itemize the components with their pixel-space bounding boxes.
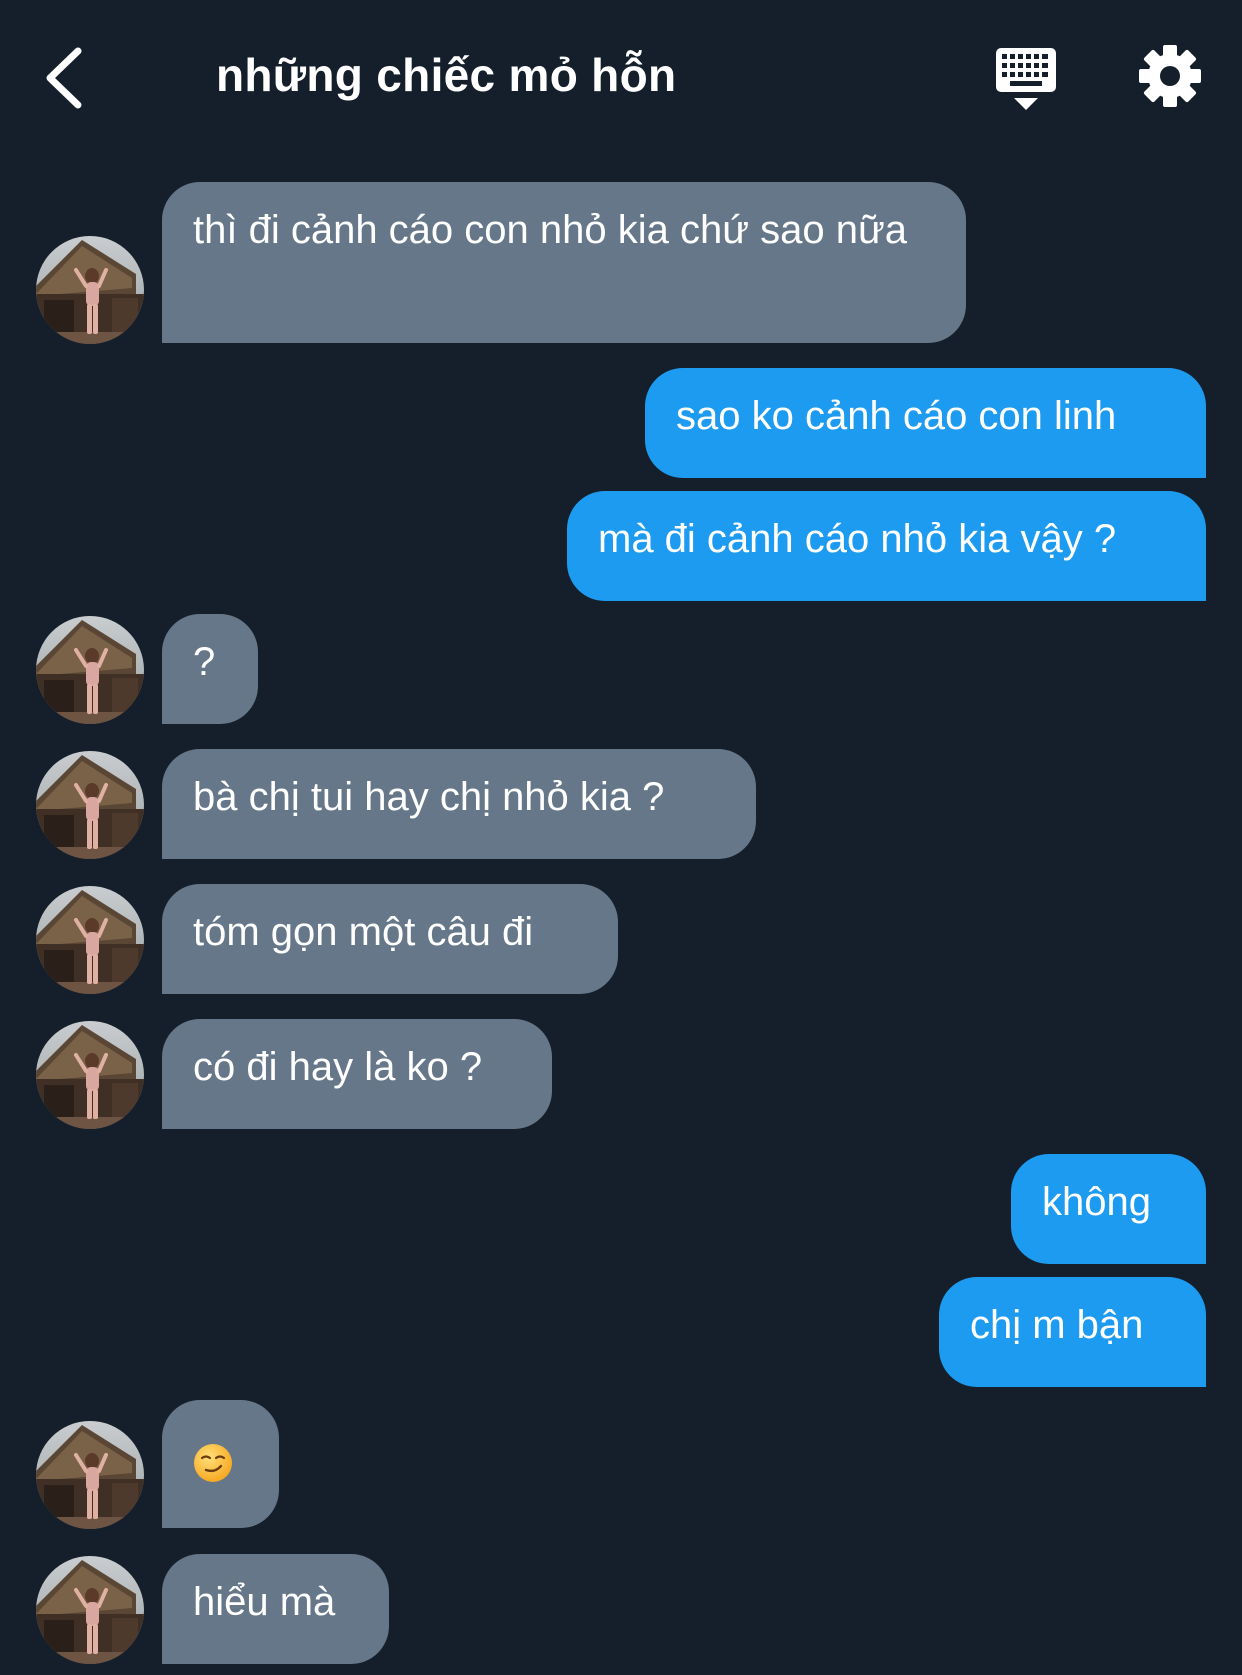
- incoming-message-bubble[interactable]: tóm gọn một câu đi: [162, 884, 618, 994]
- message-text: sao ko cảnh cáo con linh: [676, 394, 1117, 438]
- avatar-photo: [36, 751, 144, 859]
- settings-button[interactable]: [1138, 44, 1202, 108]
- avatar-photo: [36, 1021, 144, 1129]
- message-text: bà chị tui hay chị nhỏ kia ?: [193, 775, 665, 819]
- gear-icon: [1139, 45, 1201, 107]
- outgoing-message-bubble[interactable]: mà đi cảnh cáo nhỏ kia vậy ?: [567, 491, 1206, 601]
- sender-avatar[interactable]: [36, 751, 144, 859]
- avatar-photo: [36, 886, 144, 994]
- message-text: hiểu mà: [193, 1580, 336, 1624]
- sender-avatar[interactable]: [36, 886, 144, 994]
- message-text: thì đi cảnh cáo con nhỏ kia chứ sao nữa: [193, 208, 908, 252]
- incoming-message-bubble[interactable]: ?: [162, 614, 258, 724]
- message-text: mà đi cảnh cáo nhỏ kia vậy ?: [598, 517, 1117, 561]
- avatar-photo: [36, 1556, 144, 1664]
- chevron-left-icon: [46, 47, 82, 109]
- sender-avatar[interactable]: [36, 1421, 144, 1529]
- sender-avatar[interactable]: [36, 1556, 144, 1664]
- message-text: có đi hay là ko ?: [193, 1045, 483, 1089]
- message-text: không: [1042, 1180, 1151, 1224]
- conversation-title: những chiếc mỏ hỗn: [216, 49, 677, 101]
- message-text: ?: [193, 640, 216, 684]
- outgoing-message-bubble[interactable]: sao ko cảnh cáo con linh: [645, 368, 1206, 478]
- incoming-message-bubble[interactable]: thì đi cảnh cáo con nhỏ kia chứ sao nữa: [162, 182, 966, 343]
- message-text: chị m bận: [970, 1303, 1144, 1347]
- avatar-photo: [36, 1421, 144, 1529]
- chat-header: những chiếc mỏ hỗn: [0, 0, 1242, 150]
- avatar-photo: [36, 616, 144, 724]
- incoming-message-bubble[interactable]: bà chị tui hay chị nhỏ kia ?: [162, 749, 756, 859]
- smirking-face-icon: [193, 1443, 233, 1483]
- sender-avatar[interactable]: [36, 1021, 144, 1129]
- outgoing-message-bubble[interactable]: không: [1011, 1154, 1206, 1264]
- sender-avatar[interactable]: [36, 616, 144, 724]
- incoming-message-bubble[interactable]: hiểu mà: [162, 1554, 389, 1664]
- incoming-message-bubble[interactable]: có đi hay là ko ?: [162, 1019, 552, 1129]
- incoming-message-bubble[interactable]: [162, 1400, 279, 1528]
- sender-avatar[interactable]: [36, 236, 144, 344]
- outgoing-message-bubble[interactable]: chị m bận: [939, 1277, 1206, 1387]
- message-text: tóm gọn một câu đi: [193, 910, 534, 954]
- back-button[interactable]: [40, 45, 90, 111]
- avatar-photo: [36, 236, 144, 344]
- keyboard-toggle-button[interactable]: [994, 46, 1058, 112]
- keyboard-icon: [996, 48, 1056, 110]
